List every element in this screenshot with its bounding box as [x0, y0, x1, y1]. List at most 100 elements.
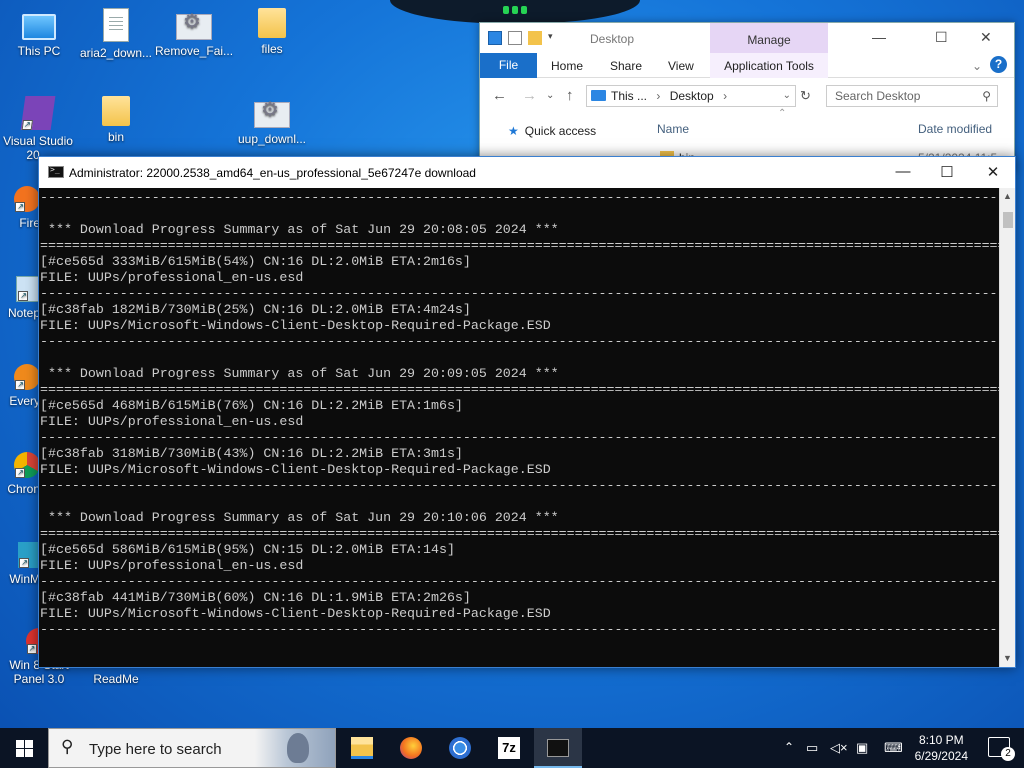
maximize-icon[interactable]: ☐ — [935, 29, 948, 46]
taskbar-file-explorer[interactable] — [338, 728, 386, 768]
taskbar-7zip[interactable]: 7z — [485, 728, 533, 768]
desktop-icon-everything[interactable]: ↗ Every — [0, 364, 40, 408]
console-line: ========================================… — [40, 382, 999, 397]
desktop-icon-notepad[interactable]: ↗ Notep — [0, 276, 40, 320]
desktop-icon-this-pc[interactable]: This PC — [0, 8, 78, 58]
scroll-down-icon[interactable]: ▼ — [1000, 650, 1015, 667]
tab-application-tools[interactable]: Application Tools — [710, 53, 828, 78]
volume-icon[interactable]: ◁× — [830, 740, 848, 756]
notification-center-button[interactable]: 2 — [988, 737, 1015, 761]
device-icon[interactable]: ▣ — [856, 740, 868, 756]
desktop-icon-firefox[interactable]: ↗ Fire — [0, 186, 40, 230]
chevron-up-icon[interactable]: ⌃ — [784, 740, 794, 754]
close-icon[interactable]: ✕ — [980, 29, 992, 46]
chrome-icon: ↗ — [14, 452, 40, 478]
console-line: [#c38fab 441MiB/730MiB(60%) CN:16 DL:1.9… — [40, 590, 471, 605]
console-line: [#ce565d 586MiB/615MiB(95%) CN:15 DL:2.0… — [40, 542, 455, 557]
desktop-icon-winm[interactable]: ↗ WinM — [0, 542, 40, 586]
chevron-down-icon[interactable]: ⌄ — [546, 90, 554, 101]
keyboard-icon[interactable]: ⌨ — [884, 740, 903, 756]
close-icon[interactable]: ✕ — [983, 163, 1003, 181]
column-header-date-modified[interactable]: Date modified — [918, 122, 992, 136]
tab-file[interactable]: File — [480, 53, 537, 78]
tab-share[interactable]: Share — [610, 59, 642, 73]
desktop-icon-bin[interactable]: bin — [77, 96, 155, 144]
console-output[interactable]: ----------------------------------------… — [39, 188, 999, 667]
refresh-icon[interactable]: ↻ — [800, 88, 811, 104]
forward-arrow-icon[interactable]: → — [522, 87, 537, 104]
document-icon — [103, 8, 129, 42]
desktop-icon-uup-download[interactable]: uup_downl... — [233, 96, 311, 146]
visual-studio-icon: ↗ — [20, 96, 56, 130]
desktop-icon-aria2[interactable]: aria2_down... — [77, 8, 155, 60]
taskbar-terminal[interactable] — [534, 728, 582, 768]
clock-time: 8:10 PM — [918, 733, 964, 747]
firefox-icon — [400, 737, 422, 759]
tab-home[interactable]: Home — [551, 59, 583, 73]
console-line: ========================================… — [40, 238, 999, 253]
properties-icon[interactable] — [508, 31, 522, 45]
new-folder-icon[interactable] — [528, 31, 542, 45]
top-notch-decoration — [390, 0, 640, 24]
taskbar-chrome[interactable] — [436, 728, 484, 768]
console-line: ----------------------------------------… — [40, 334, 999, 349]
search-highlight-image — [255, 729, 335, 767]
chevron-down-icon[interactable]: ⌄ — [972, 59, 982, 73]
help-icon[interactable]: ? — [990, 56, 1007, 73]
console-scrollbar[interactable]: ▲ ▼ — [999, 188, 1015, 667]
column-header-name[interactable]: Name — [657, 122, 689, 136]
desktop-icon-visual-studio[interactable]: ↗ Visual Studio 20... — [0, 96, 76, 162]
back-arrow-icon[interactable]: ← — [492, 87, 507, 104]
desktop-icon-remove-fai[interactable]: Remove_Fai... — [155, 8, 233, 58]
console-line: ========================================… — [40, 526, 999, 541]
7zip-icon: 7z — [498, 737, 520, 759]
desktop-icon-files[interactable]: files — [233, 8, 311, 56]
minimize-icon[interactable]: — — [893, 163, 913, 180]
system-clock[interactable]: 8:10 PM 6/29/2024 — [915, 732, 968, 764]
folder-icon — [102, 96, 130, 126]
minimize-icon[interactable]: — — [872, 29, 886, 45]
start-button[interactable] — [0, 728, 48, 768]
desktop-icon-label: uup_downl... — [237, 132, 307, 146]
console-title: Administrator: 22000.2538_amd64_en-us_pr… — [69, 166, 476, 180]
tab-manage[interactable]: Manage — [710, 23, 828, 53]
computer-icon — [591, 90, 606, 101]
breadcrumb-desktop[interactable]: Desktop — [670, 89, 714, 103]
file-explorer-icon — [351, 737, 373, 759]
settings-file-icon — [254, 102, 290, 128]
explorer-search-input[interactable]: Search Desktop ⚲ — [826, 85, 998, 107]
search-icon: ⚲ — [61, 737, 74, 756]
chevron-down-icon[interactable]: ▾ — [548, 31, 558, 45]
taskbar: ⚲ Type here to search 7z ⌃ ▭ ◁× ▣ ⌨ 8:10… — [0, 728, 1024, 768]
nav-quick-access[interactable]: ★ Quick access — [508, 124, 596, 138]
scroll-thumb[interactable] — [1003, 212, 1013, 228]
explorer-app-icon — [488, 31, 502, 45]
network-icon[interactable]: ▭ — [806, 740, 818, 756]
console-line: *** Download Progress Summary as of Sat … — [40, 510, 559, 525]
computer-icon — [22, 14, 56, 40]
firefox-icon: ↗ — [14, 186, 40, 212]
taskbar-search-input[interactable]: ⚲ Type here to search — [48, 728, 336, 768]
console-line: FILE: UUPs/professional_en-us.esd — [40, 414, 304, 429]
console-line: ----------------------------------------… — [40, 190, 999, 205]
desktop-icon-readme[interactable]: ReadMe — [77, 672, 155, 686]
desktop-icon-label: Remove_Fai... — [155, 44, 234, 58]
explorer-title: Desktop — [590, 32, 635, 46]
taskbar-firefox[interactable] — [387, 728, 435, 768]
explorer-address-row: ← → ⌄ ↑ This ... › Desktop › ⌄ ↻ Search … — [480, 78, 1014, 114]
maximize-icon[interactable]: ☐ — [937, 163, 957, 181]
file-explorer-window[interactable]: ▾ Desktop Manage — ☐ ✕ File Home Share V… — [479, 22, 1015, 172]
up-arrow-icon[interactable]: ↑ — [566, 87, 574, 104]
chevron-down-icon[interactable]: ⌄ — [783, 86, 791, 106]
desktop-icon-chrome[interactable]: ↗ Chron — [0, 452, 40, 496]
console-window[interactable]: Administrator: 22000.2538_amd64_en-us_pr… — [38, 156, 1016, 668]
scroll-up-icon[interactable]: ▲ — [1000, 188, 1015, 205]
breadcrumb-this-pc[interactable]: This ... — [611, 89, 647, 103]
address-bar[interactable]: This ... › Desktop › ⌄ — [586, 85, 796, 107]
tab-view[interactable]: View — [668, 59, 694, 73]
console-line: FILE: UUPs/professional_en-us.esd — [40, 558, 304, 573]
